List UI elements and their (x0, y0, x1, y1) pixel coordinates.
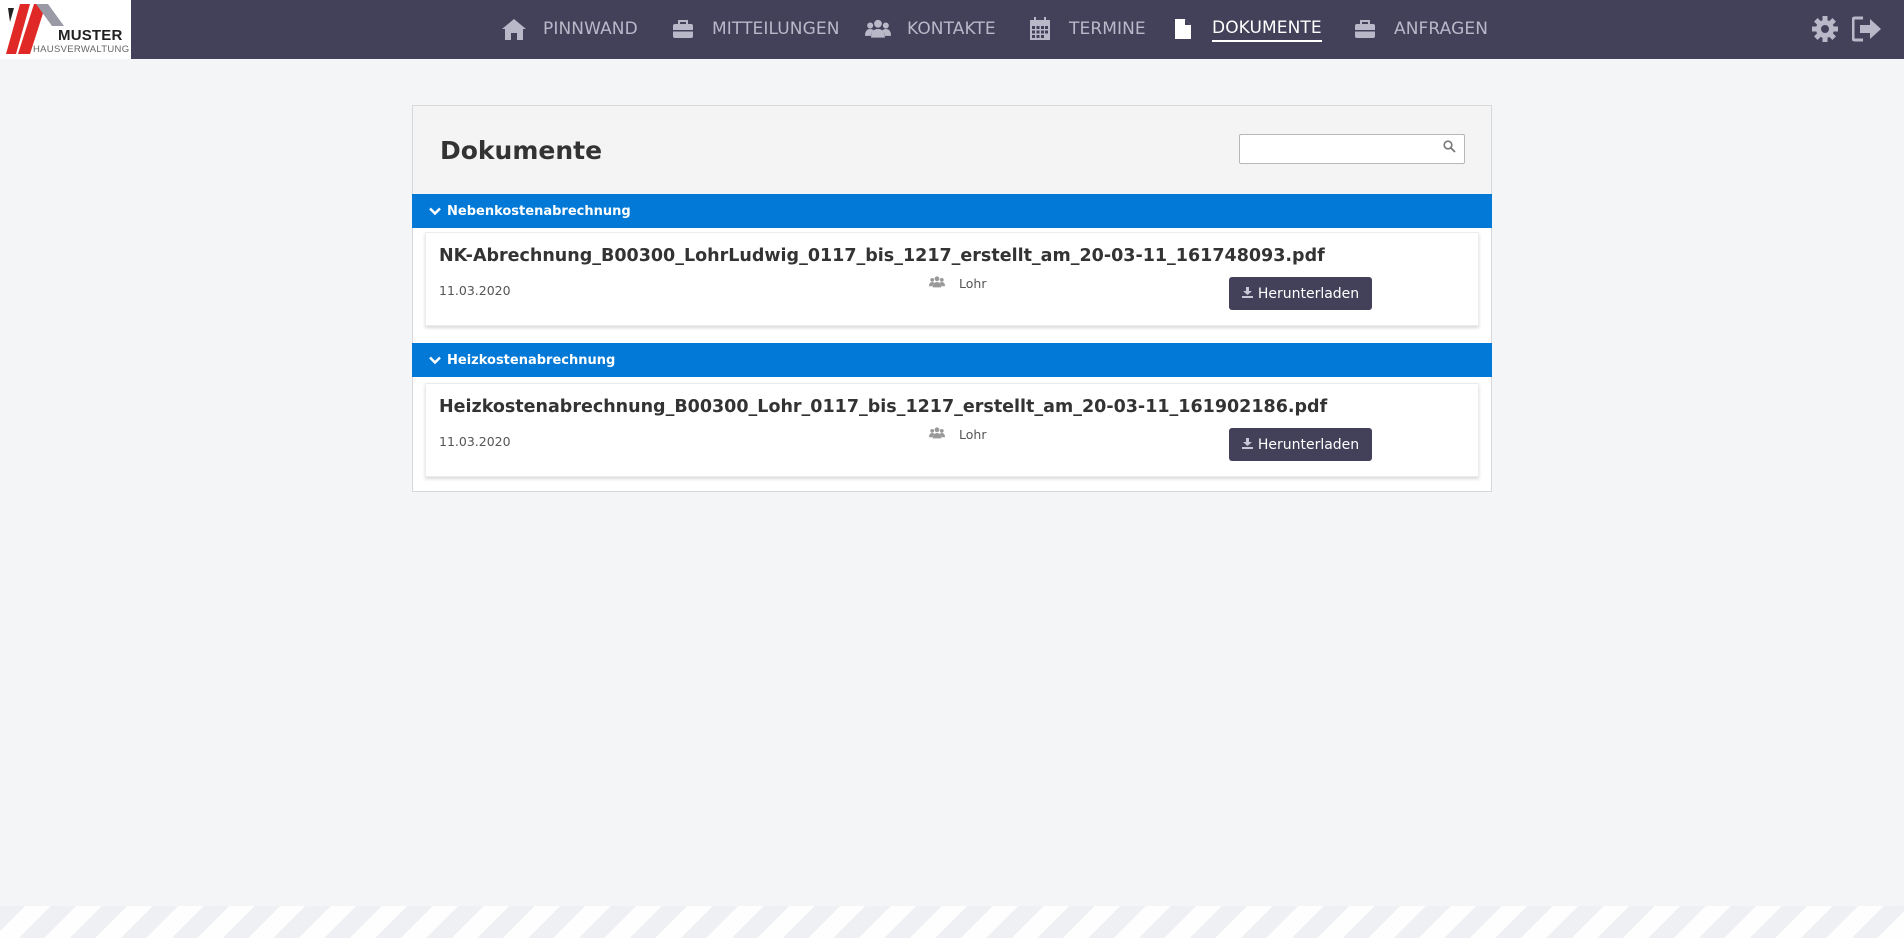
nav-item-kontakte[interactable]: KONTAKTE (865, 14, 996, 44)
search-icon[interactable] (1443, 140, 1456, 158)
document-date: 11.03.2020 (439, 434, 511, 449)
nav-label: ANFRAGEN (1394, 19, 1489, 39)
gear-icon[interactable] (1810, 14, 1840, 44)
document-title[interactable]: Heizkostenabrechnung_B00300_Lohr_0117_bi… (439, 397, 1327, 417)
search-box[interactable] (1239, 134, 1465, 164)
chevron-down-icon (429, 356, 441, 365)
nav-item-pinnwand[interactable]: PINNWAND (501, 14, 638, 44)
category-label: Nebenkostenabrechnung (447, 203, 631, 219)
search-input[interactable] (1244, 136, 1434, 162)
logout-icon[interactable] (1852, 14, 1882, 44)
document-card: NK-Abrechnung_B00300_LohrLudwig_0117_bis… (425, 232, 1479, 326)
download-button-label: Herunterladen (1257, 436, 1360, 453)
nav-label: MITTEILUNGEN (712, 19, 840, 39)
nav-label: DOKUMENTE (1212, 17, 1322, 42)
panel-header: Dokumente (413, 106, 1491, 194)
file-icon (1170, 16, 1196, 42)
nav-label: PINNWAND (543, 19, 638, 39)
users-icon (929, 427, 945, 442)
download-button[interactable]: Herunterladen (1229, 428, 1372, 461)
main-nav: PINNWAND MITTEILUNGEN KONTAKTE TERMINE D… (0, 0, 1904, 59)
category-header-nebenkosten[interactable]: Nebenkostenabrechnung (412, 194, 1492, 228)
documents-panel: Dokumente Nebenkostenabrechnung NK-Abrec… (412, 105, 1492, 492)
chevron-down-icon (429, 207, 441, 216)
nav-item-dokumente[interactable]: DOKUMENTE (1170, 14, 1322, 44)
document-owner: Lohr (929, 427, 986, 442)
briefcase-icon (670, 16, 696, 42)
download-icon (1241, 437, 1253, 453)
users-icon (865, 16, 891, 42)
home-icon (501, 16, 527, 42)
users-icon (929, 276, 945, 291)
briefcase-icon (1352, 16, 1378, 42)
nav-item-mitteilungen[interactable]: MITTEILUNGEN (670, 14, 840, 44)
top-navigation-bar: MUSTER HAUSVERWALTUNG PINNWAND MITTEILUN… (0, 0, 1904, 59)
document-card: Heizkostenabrechnung_B00300_Lohr_0117_bi… (425, 383, 1479, 477)
owner-name: Lohr (959, 276, 987, 291)
document-owner: Lohr (929, 276, 986, 291)
owner-name: Lohr (959, 427, 987, 442)
document-title[interactable]: NK-Abrechnung_B00300_LohrLudwig_0117_bis… (439, 246, 1325, 266)
nav-label: KONTAKTE (907, 19, 996, 39)
category-header-heizkosten[interactable]: Heizkostenabrechnung (412, 343, 1492, 377)
download-button[interactable]: Herunterladen (1229, 277, 1372, 310)
nav-item-anfragen[interactable]: ANFRAGEN (1352, 14, 1488, 44)
category-label: Heizkostenabrechnung (447, 352, 616, 368)
nav-item-termine[interactable]: TERMINE (1027, 14, 1146, 44)
nav-label: TERMINE (1069, 19, 1146, 39)
download-button-label: Herunterladen (1257, 285, 1360, 302)
page-title: Dokumente (440, 136, 603, 165)
download-icon (1241, 286, 1253, 302)
footer-decoration (0, 906, 1904, 938)
document-date: 11.03.2020 (439, 283, 511, 298)
user-actions (1810, 14, 1882, 44)
calendar-icon (1027, 16, 1053, 42)
